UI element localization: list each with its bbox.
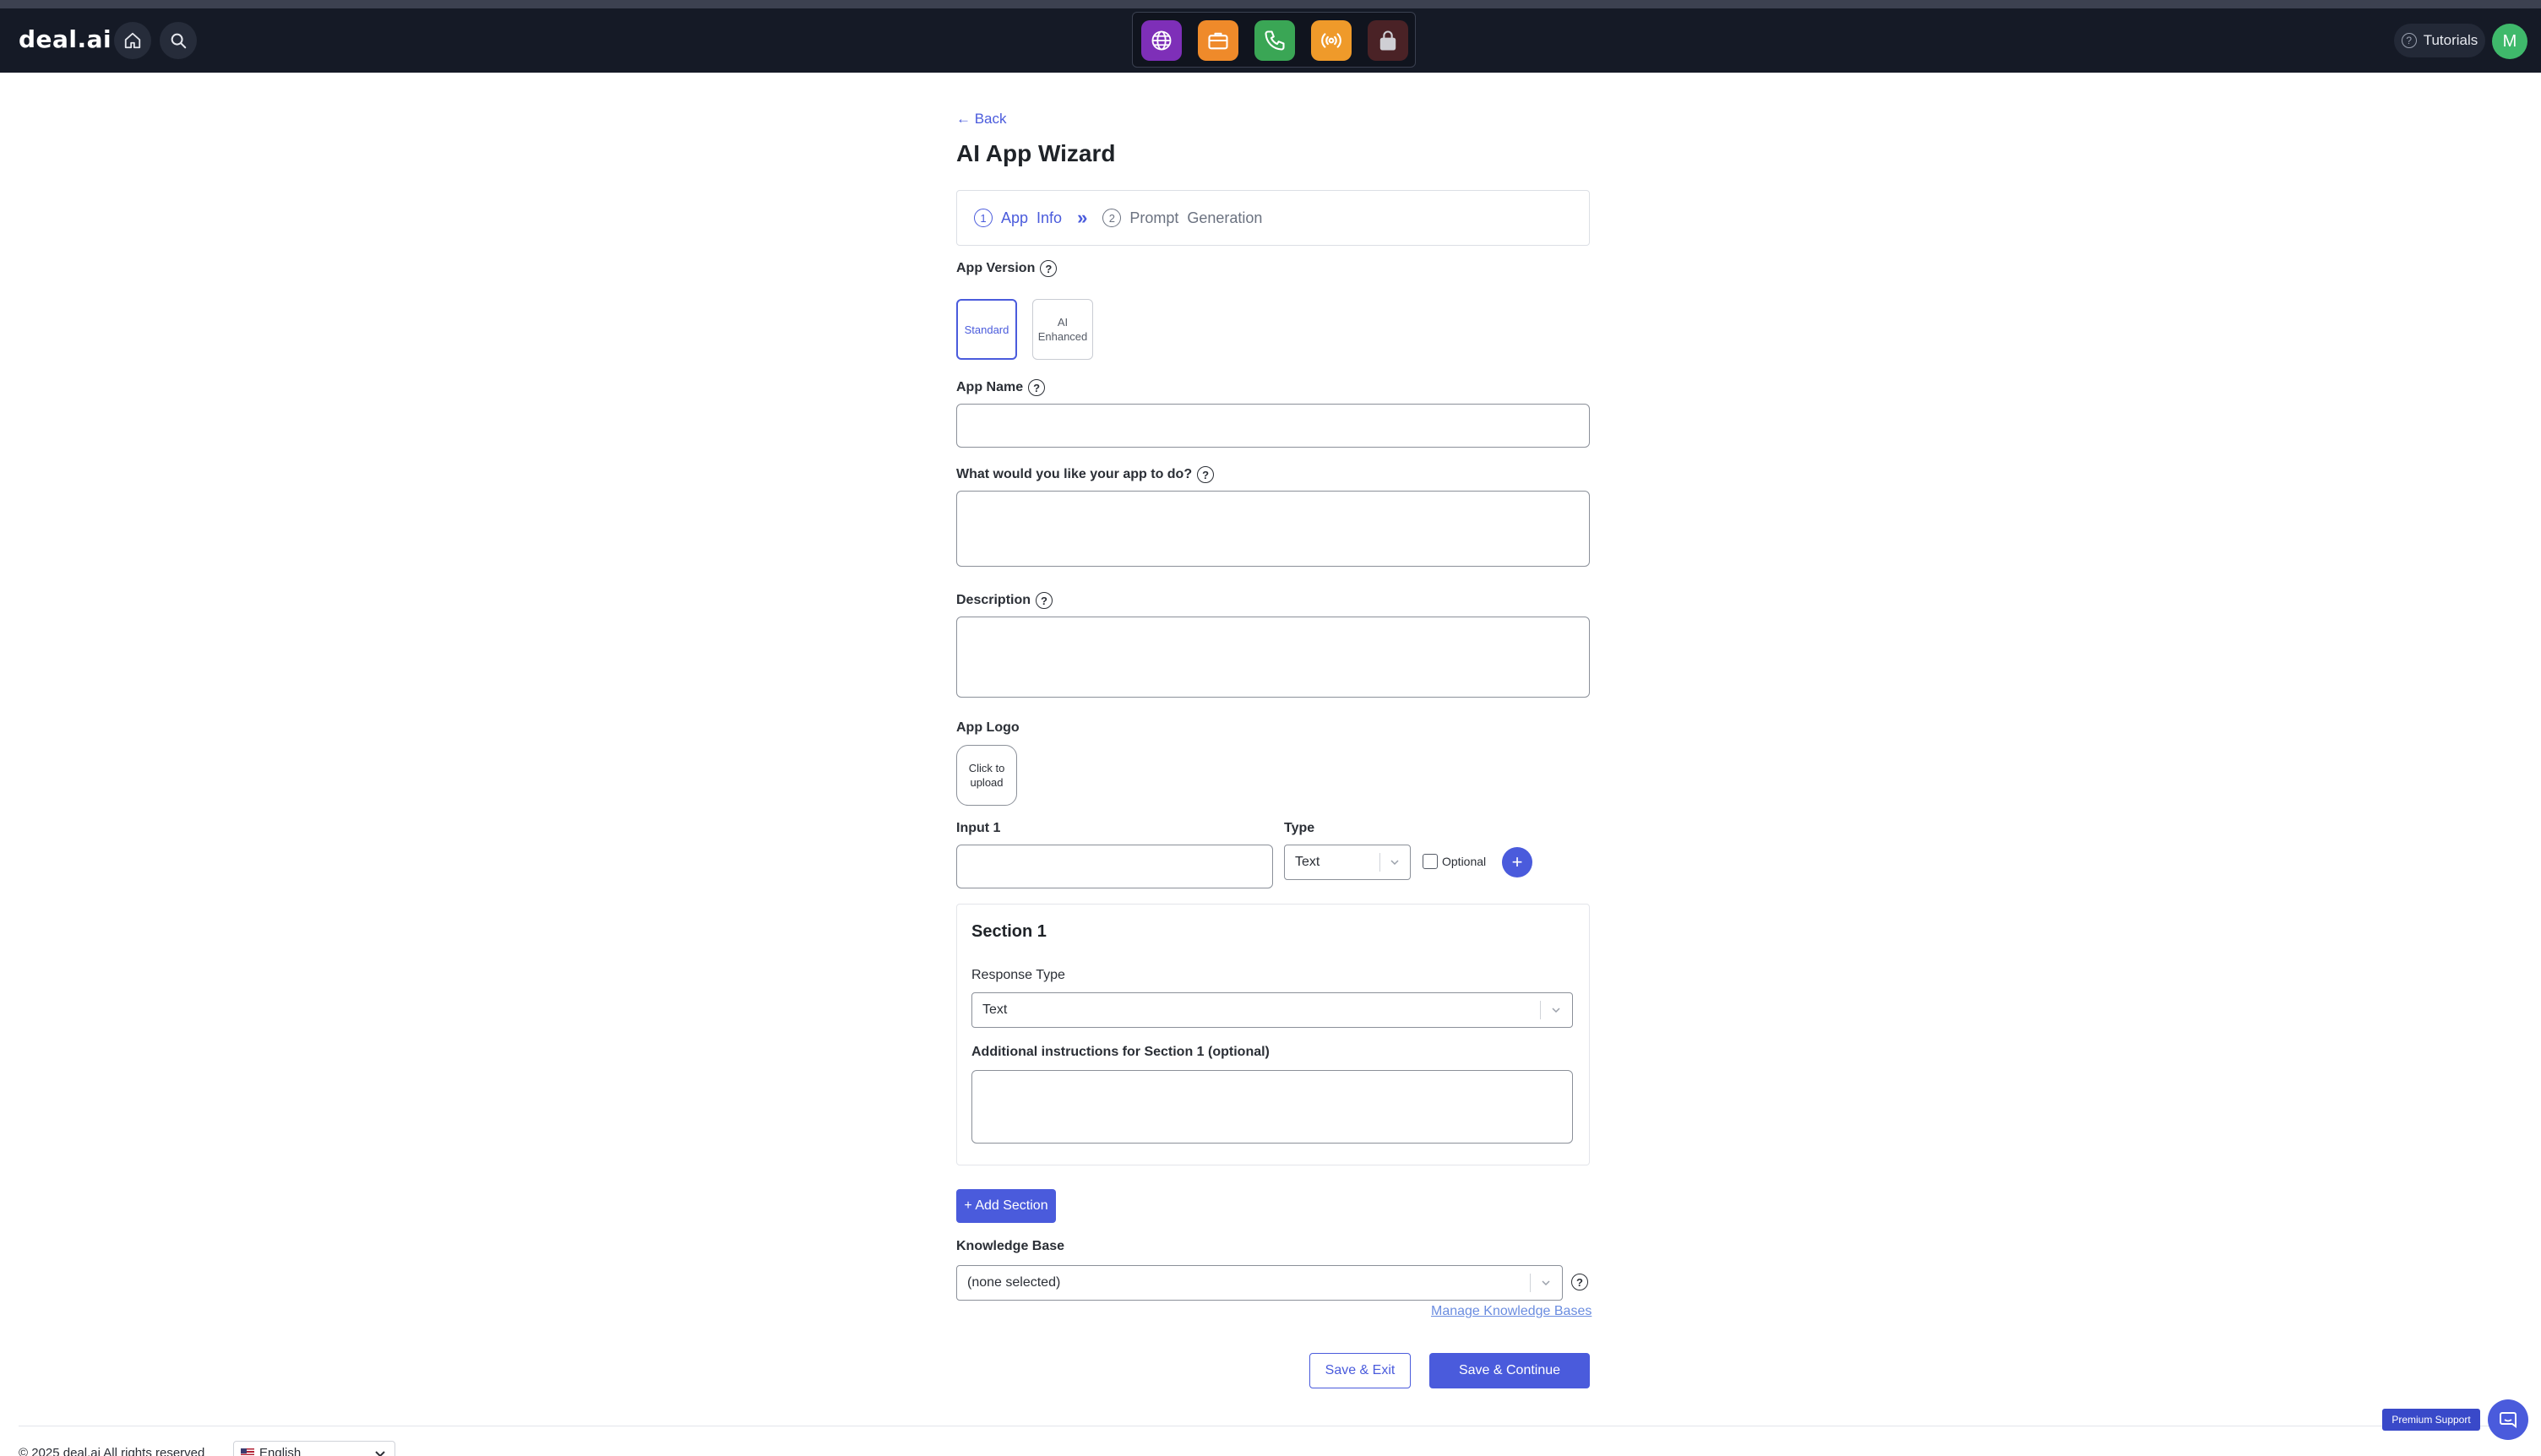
broadcast-icon bbox=[1321, 33, 1341, 48]
type-text: Type bbox=[1284, 821, 1315, 835]
dock-app-phone[interactable] bbox=[1254, 20, 1295, 61]
instructions-label: Additional instructions for Section 1 (o… bbox=[971, 1045, 1270, 1060]
optional-checkbox[interactable] bbox=[1423, 854, 1438, 869]
dock-app-broadcast[interactable] bbox=[1311, 20, 1352, 61]
description-label: Description ? bbox=[956, 592, 1053, 609]
app-version-label: App Version ? bbox=[956, 260, 1058, 277]
chat-icon bbox=[2500, 1412, 2517, 1428]
top-navbar: deal.ai ? Tutorials M bbox=[0, 8, 2541, 73]
user-avatar[interactable]: M bbox=[2492, 24, 2527, 59]
step-label: Prompt Generation bbox=[1129, 209, 1263, 226]
save-exit-button[interactable]: Save & Exit bbox=[1309, 1353, 1411, 1388]
description-textarea[interactable] bbox=[956, 617, 1590, 698]
select-divider bbox=[1530, 1274, 1531, 1292]
language-value: English bbox=[259, 1446, 302, 1456]
select-divider bbox=[1540, 1001, 1541, 1019]
app-purpose-text: What would you like your app to do? bbox=[956, 467, 1193, 481]
input1-field[interactable] bbox=[956, 845, 1273, 888]
app-name-text: App Name bbox=[956, 380, 1024, 394]
double-chevron-right-icon: » bbox=[1077, 207, 1088, 228]
app-dock bbox=[1132, 12, 1416, 68]
knowledge-base-text: Knowledge Base bbox=[956, 1239, 1065, 1253]
premium-support-button[interactable]: Premium Support bbox=[2382, 1409, 2480, 1431]
chat-support-button[interactable] bbox=[2488, 1399, 2528, 1440]
help-icon[interactable]: ? bbox=[1571, 1274, 1588, 1290]
step-number: 2 bbox=[1102, 209, 1122, 227]
app-name-input[interactable] bbox=[956, 404, 1590, 448]
app-purpose-label: What would you like your app to do? ? bbox=[956, 466, 1215, 483]
language-select[interactable]: English bbox=[233, 1441, 395, 1456]
add-input-button[interactable]: + bbox=[1502, 847, 1532, 877]
knowledge-base-value: (none selected) bbox=[967, 1275, 1061, 1290]
input-type-select[interactable]: Text bbox=[1284, 845, 1411, 880]
version-standard-option[interactable]: Standard bbox=[956, 299, 1017, 360]
page-title: AI App Wizard bbox=[956, 140, 1116, 166]
app-logo-text: App Logo bbox=[956, 720, 1020, 735]
app-name-label: App Name ? bbox=[956, 379, 1046, 396]
chevron-down-icon bbox=[1542, 1280, 1550, 1286]
input1-text: Input 1 bbox=[956, 821, 1001, 835]
lock-icon bbox=[1379, 30, 1396, 51]
add-section-button[interactable]: + Add Section bbox=[956, 1189, 1056, 1223]
phone-icon bbox=[1265, 30, 1285, 51]
wizard-stepper: 1 App Info » 2 Prompt Generation bbox=[956, 190, 1590, 246]
chevron-down-icon bbox=[1552, 1008, 1560, 1013]
app-version-text: App Version bbox=[956, 261, 1036, 275]
help-icon[interactable]: ? bbox=[1028, 379, 1046, 396]
brand-logo[interactable]: deal.ai bbox=[19, 25, 112, 53]
tutorials-button[interactable]: ? Tutorials bbox=[2394, 24, 2485, 57]
description-text: Description bbox=[956, 593, 1031, 607]
logo-upload-button[interactable]: Click to upload bbox=[956, 745, 1017, 806]
response-type-label: Response Type bbox=[971, 968, 1065, 983]
app-logo-label: App Logo bbox=[956, 720, 1020, 736]
response-type-text: Response Type bbox=[971, 968, 1065, 982]
briefcase-icon bbox=[1208, 32, 1228, 50]
globe-icon bbox=[1151, 30, 1172, 51]
chevron-down-icon bbox=[1390, 860, 1399, 866]
chevron-down-icon bbox=[375, 1451, 385, 1456]
version-ai-enhanced-option[interactable]: AI Enhanced bbox=[1032, 299, 1093, 360]
home-button[interactable] bbox=[114, 22, 151, 59]
dock-app-globe[interactable] bbox=[1141, 20, 1182, 61]
knowledge-base-select[interactable]: (none selected) bbox=[956, 1265, 1563, 1301]
back-link[interactable]: ← Back bbox=[956, 111, 1007, 128]
top-accent-strip bbox=[0, 0, 2541, 8]
step-prompt-generation[interactable]: 2 Prompt Generation bbox=[1102, 209, 1262, 227]
step-number: 1 bbox=[974, 209, 993, 227]
optional-label: Optional bbox=[1442, 855, 1487, 868]
type-label: Type bbox=[1284, 821, 1314, 836]
step-app-info[interactable]: 1 App Info bbox=[974, 209, 1062, 227]
manage-knowledge-bases-link[interactable]: Manage Knowledge Bases bbox=[1431, 1304, 1592, 1319]
save-continue-button[interactable]: Save & Continue bbox=[1429, 1353, 1590, 1388]
response-type-select[interactable]: Text bbox=[971, 992, 1573, 1028]
step-label: App Info bbox=[1001, 209, 1063, 226]
help-icon[interactable]: ? bbox=[1036, 592, 1053, 609]
us-flag-icon bbox=[241, 1448, 254, 1456]
dock-app-briefcase[interactable] bbox=[1198, 20, 1238, 61]
dock-app-lock[interactable] bbox=[1368, 20, 1408, 61]
copyright-text: © 2025 deal.ai All rights reserved bbox=[19, 1446, 205, 1456]
search-icon bbox=[171, 33, 187, 49]
select-divider bbox=[1379, 853, 1380, 872]
search-button[interactable] bbox=[160, 22, 197, 59]
help-icon[interactable]: ? bbox=[1040, 260, 1058, 277]
help-circle-icon: ? bbox=[2401, 33, 2417, 48]
home-icon bbox=[124, 32, 141, 49]
instructions-text: Additional instructions for Section 1 (o… bbox=[971, 1045, 1270, 1059]
section-title: Section 1 bbox=[971, 922, 1047, 941]
input-type-value: Text bbox=[1295, 855, 1320, 869]
response-type-value: Text bbox=[982, 1002, 1008, 1017]
tutorials-label: Tutorials bbox=[2423, 32, 2478, 48]
input1-label: Input 1 bbox=[956, 821, 1000, 836]
help-icon[interactable]: ? bbox=[1197, 466, 1215, 483]
instructions-textarea[interactable] bbox=[971, 1070, 1573, 1144]
app-purpose-textarea[interactable] bbox=[956, 491, 1590, 567]
knowledge-base-label: Knowledge Base bbox=[956, 1239, 1064, 1254]
